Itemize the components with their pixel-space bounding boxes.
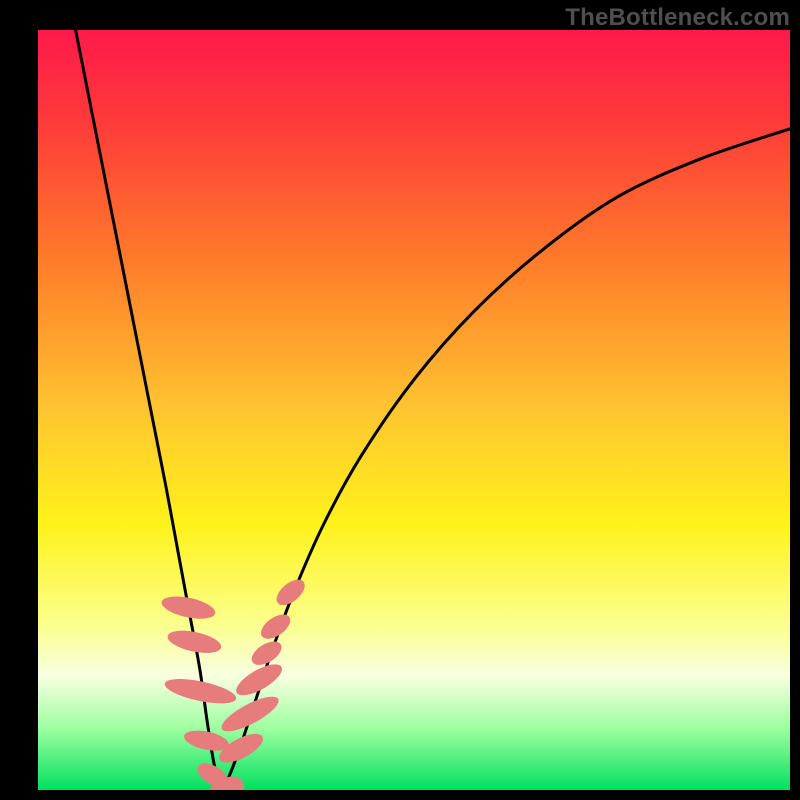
chart-frame: TheBottleneck.com	[0, 0, 800, 800]
watermark-text: TheBottleneck.com	[565, 4, 790, 32]
highlight-beads-6	[220, 776, 244, 797]
bottleneck-plot	[0, 0, 800, 800]
